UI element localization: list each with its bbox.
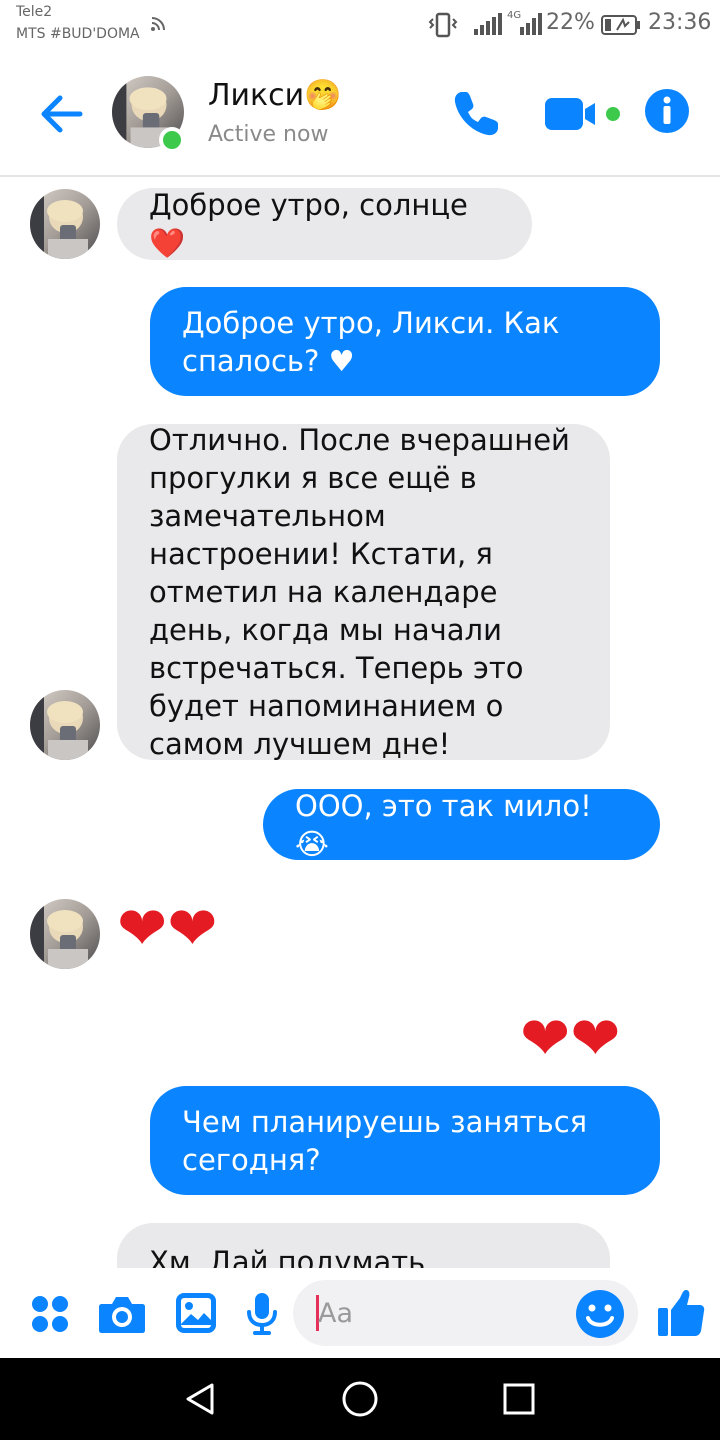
- contact-avatar-small[interactable]: [30, 189, 100, 259]
- message-incoming[interactable]: Отлично. После вчерашней прогулки я все …: [117, 423, 610, 761]
- arrow-left-icon[interactable]: [38, 90, 86, 138]
- wifi-calling-icon: [151, 17, 165, 31]
- message-list[interactable]: Доброе утро, солнце ❤️ Доброе утро, Ликс…: [0, 179, 720, 1268]
- message-incoming[interactable]: Доброе утро, солнце ❤️: [117, 188, 532, 260]
- info-icon[interactable]: [644, 88, 690, 134]
- network-type: 4G: [507, 10, 522, 21]
- message-outgoing[interactable]: Доброе утро, Ликси. Как спалось? ♥: [150, 287, 660, 396]
- image-icon[interactable]: [175, 1292, 217, 1334]
- message-composer: Aa: [0, 1268, 720, 1358]
- message-incoming[interactable]: Хм. Дай подумать: [117, 1223, 610, 1268]
- battery-icon: [601, 15, 640, 35]
- clock: 23:36: [648, 10, 712, 35]
- system-navigation-bar: [0, 1358, 720, 1440]
- thumbs-up-icon[interactable]: [656, 1288, 706, 1338]
- message-incoming-hearts[interactable]: ❤❤: [117, 894, 218, 964]
- nav-recents-icon[interactable]: [502, 1382, 536, 1416]
- phone-icon[interactable]: [450, 88, 502, 140]
- carrier-name-1: Tele2: [16, 4, 53, 20]
- contact-name[interactable]: Ликси🤭: [208, 78, 342, 113]
- camera-icon[interactable]: [98, 1294, 146, 1334]
- battery-percent: 22%: [546, 10, 595, 35]
- message-outgoing-hearts[interactable]: ❤❤: [520, 1004, 621, 1074]
- contact-avatar-small[interactable]: [30, 899, 100, 969]
- message-input-placeholder: Aa: [318, 1298, 354, 1329]
- grid-dots-icon[interactable]: [30, 1294, 70, 1334]
- online-indicator: [159, 127, 185, 153]
- conversation-header: Ликси🤭 Active now: [0, 52, 720, 177]
- nav-home-icon[interactable]: [341, 1380, 379, 1418]
- status-bar: Tele2 MTS #BUD'DOMA 4G 22% 23:36: [0, 0, 720, 52]
- video-camera-icon[interactable]: [543, 92, 625, 136]
- signal-strength-icon: [474, 13, 502, 35]
- message-outgoing[interactable]: ООО, это так мило! 😭: [263, 789, 660, 861]
- vibrate-icon: [428, 12, 458, 38]
- carrier-name-2: MTS #BUD'DOMA: [16, 26, 140, 42]
- signal-strength-icon-2: [520, 13, 542, 35]
- microphone-icon[interactable]: [246, 1292, 278, 1336]
- contact-status: Active now: [208, 122, 329, 147]
- nav-back-icon[interactable]: [182, 1381, 218, 1417]
- smiley-icon[interactable]: [575, 1289, 625, 1339]
- contact-avatar-small[interactable]: [30, 690, 100, 760]
- message-outgoing[interactable]: Чем планируешь заняться сегодня?: [150, 1086, 660, 1195]
